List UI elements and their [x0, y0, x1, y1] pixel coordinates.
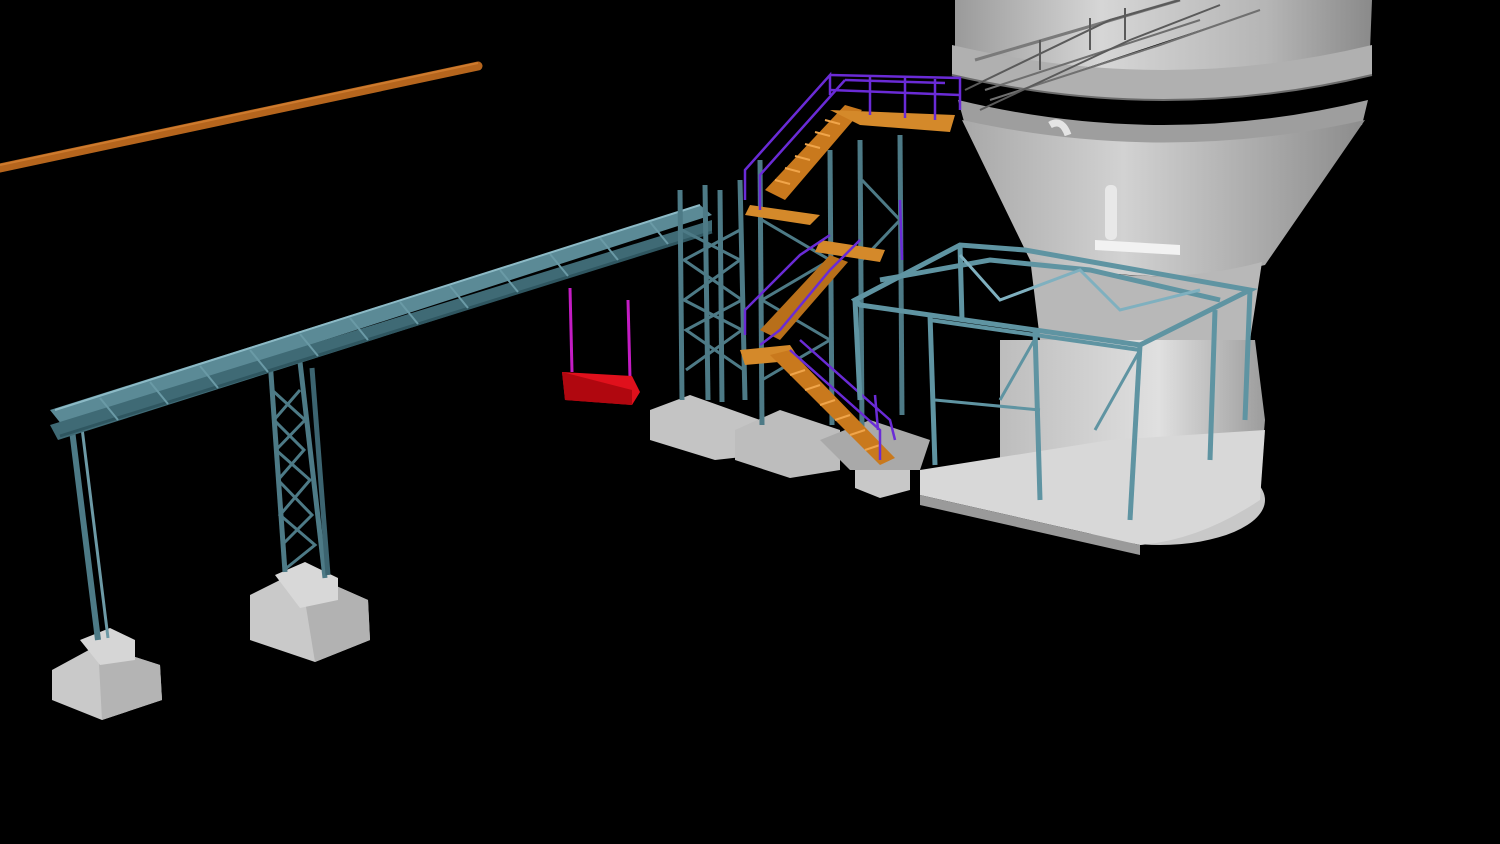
concrete-footing-left: [52, 628, 162, 720]
orange-pipe: [0, 61, 483, 173]
support-trestle-middle: [267, 359, 331, 579]
concrete-footing-middle: [250, 562, 370, 662]
support-trestle-left: [69, 427, 110, 641]
concrete-footing-tower: [650, 395, 930, 498]
industrial-plant-3d-render: [0, 0, 1373, 720]
red-chute: [562, 287, 640, 405]
conveyor-gallery: [50, 204, 713, 440]
purple-handrails: [743, 71, 962, 460]
staircase: [740, 105, 955, 465]
silo-hopper: [920, 0, 1373, 555]
